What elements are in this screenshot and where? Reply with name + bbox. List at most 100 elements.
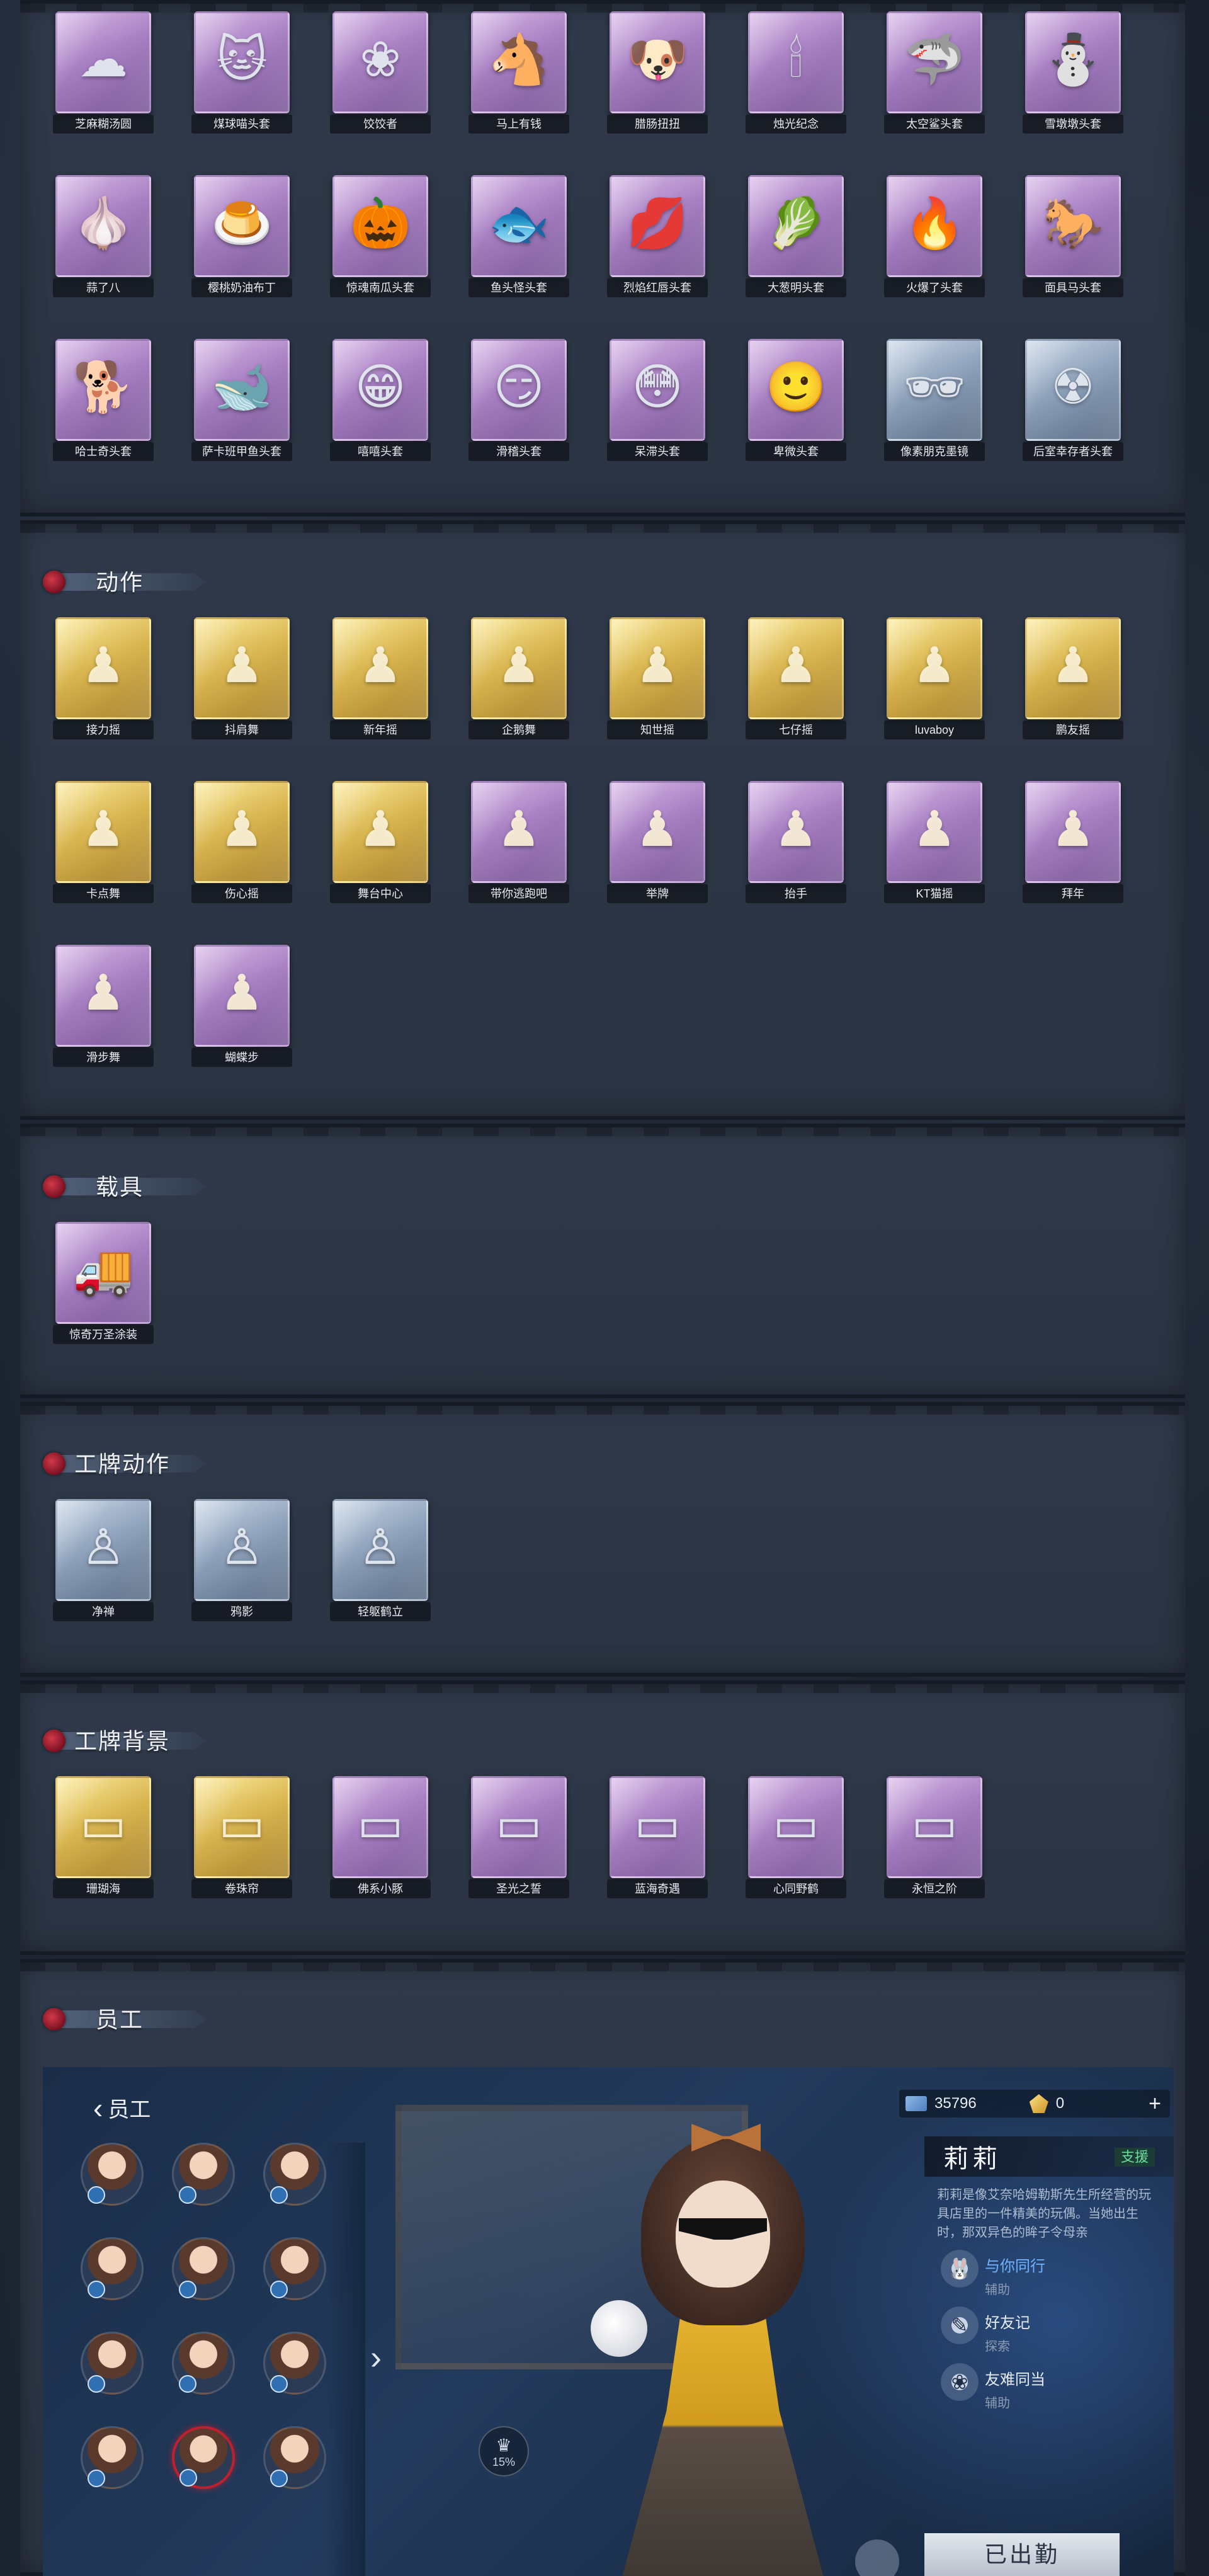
collection-item[interactable]: ♙净禅 <box>53 1499 154 1622</box>
employee-avatar[interactable] <box>172 2237 235 2300</box>
dispatch-button[interactable]: 已出勤 <box>924 2533 1120 2576</box>
collection-item[interactable]: 🐎面具马头套 <box>1023 175 1123 299</box>
item-label: 舞台中心 <box>330 884 431 903</box>
collection-item[interactable]: ♙轻躯鹤立 <box>330 1499 431 1622</box>
collection-item[interactable]: 😳呆滞头套 <box>607 339 708 462</box>
roster-fade <box>327 2143 365 2576</box>
back-button[interactable]: ‹ 员工 <box>93 2092 150 2123</box>
collection-item[interactable]: ♟举牌 <box>607 781 708 904</box>
collection-item[interactable]: ♟ 鹏友摇 <box>1023 617 1123 741</box>
employee-avatar[interactable] <box>81 2237 144 2300</box>
employee-avatar[interactable] <box>81 2426 144 2489</box>
collection-item[interactable]: ♟ 新年摇 <box>330 617 431 741</box>
skill-type: 探索 <box>985 2340 1010 2354</box>
employee-avatar-selected[interactable] <box>172 2426 235 2489</box>
item-card: 🐕 <box>55 339 151 441</box>
collection-item[interactable]: ♟ 七仔摇 <box>746 617 846 741</box>
employee-avatar[interactable] <box>172 2332 235 2395</box>
collection-item[interactable]: 🍮樱桃奶油布丁 <box>191 175 292 299</box>
item-label: 佛系小豚 <box>330 1879 431 1898</box>
employee-avatar[interactable] <box>81 2143 144 2206</box>
collection-item[interactable]: 🔥火爆了头套 <box>884 175 985 299</box>
collection-item[interactable]: 🧄蒜了八 <box>53 175 154 299</box>
item-card: 🐟 <box>471 175 567 277</box>
collection-item[interactable]: ☢后室幸存者头套 <box>1023 339 1123 462</box>
item-card: 🐴 <box>471 11 567 113</box>
collection-item[interactable]: ♟ 知世摇 <box>607 617 708 741</box>
collection-item[interactable]: 🐶 腊肠扭扭 <box>607 11 708 135</box>
collection-item[interactable]: ♟带你逃跑吧 <box>468 781 569 904</box>
collection-item[interactable]: 💋烈焰红唇头套 <box>607 175 708 299</box>
collection-item[interactable]: 🐱 煤球喵头套 <box>191 11 292 135</box>
role-tag: 支援 <box>1114 2148 1155 2167</box>
skill-item[interactable]: ✎ 好友记 探索 <box>924 2301 1174 2356</box>
collection-item[interactable]: ♟卡点舞 <box>53 781 154 904</box>
rank-icon: ♛ <box>496 2436 512 2455</box>
collection-item[interactable]: ♟KT猫摇 <box>884 781 985 904</box>
collection-item[interactable]: ▭圣光之誓 <box>468 1776 569 1900</box>
employee-avatar[interactable] <box>81 2332 144 2395</box>
employee-avatar[interactable] <box>263 2237 326 2300</box>
bunny-skill-icon: 🐰 <box>941 2250 979 2288</box>
collection-item[interactable]: 🐕哈士奇头套 <box>53 339 154 462</box>
collection-item[interactable]: ♟拜年 <box>1023 781 1123 904</box>
collection-item[interactable]: ❀ 饺饺者 <box>330 11 431 135</box>
collection-item[interactable]: ▭佛系小豚 <box>330 1776 431 1900</box>
collection-item[interactable]: 🎃惊魂南瓜头套 <box>330 175 431 299</box>
employee-avatar[interactable] <box>263 2143 326 2206</box>
collection-item[interactable]: ☁ 芝麻糊汤圆 <box>53 11 154 135</box>
collection-item[interactable]: 🕯 烛光纪念 <box>746 11 846 135</box>
item-card: ♟ <box>332 617 428 719</box>
level-badge: ♛ 15% <box>479 2426 529 2476</box>
collection-item[interactable]: ▭珊瑚海 <box>53 1776 154 1900</box>
add-currency-icon[interactable]: + <box>1149 2092 1161 2116</box>
collection-item[interactable]: ♟伤心摇 <box>191 781 292 904</box>
collection-item[interactable]: 🦈 太空鲨头套 <box>884 11 985 135</box>
item-label: KT猫摇 <box>884 884 985 903</box>
collection-item[interactable]: ♟舞台中心 <box>330 781 431 904</box>
collection-item[interactable]: 🥬大葱明头套 <box>746 175 846 299</box>
back-label: 员工 <box>108 2098 151 2122</box>
collection-item[interactable]: ♟蝴蝶步 <box>191 945 292 1068</box>
collection-item[interactable]: ▭永恒之阶 <box>884 1776 985 1900</box>
collection-item[interactable]: ▭心同野鹤 <box>746 1776 846 1900</box>
employee-avatar[interactable] <box>263 2332 326 2395</box>
collection-item[interactable]: ♟ 企鹅舞 <box>468 617 569 741</box>
section-title-text: 工牌背景 <box>74 1728 171 1754</box>
item-label: 樱桃奶油布丁 <box>191 278 292 297</box>
item-card: ♙ <box>55 1499 151 1601</box>
item-label: 抖肩舞 <box>191 721 292 739</box>
collection-item[interactable]: 🚚惊奇万圣涂装 <box>53 1222 154 1345</box>
collection-item[interactable]: ▭卷珠帘 <box>191 1776 292 1900</box>
collection-item[interactable]: 🐟鱼头怪头套 <box>468 175 569 299</box>
chevron-right-icon[interactable]: › <box>370 2338 382 2377</box>
collection-item[interactable]: ♟抬手 <box>746 781 846 904</box>
motions-section-title: 动作 <box>43 566 207 596</box>
collection-item[interactable]: 🐋萨卡班甲鱼头套 <box>191 339 292 462</box>
skill-item[interactable]: ❀ 友难同当 辅助 <box>924 2358 1174 2412</box>
item-label: 像素朋克墨镜 <box>884 442 985 461</box>
collection-item[interactable]: 😏滑稽头套 <box>468 339 569 462</box>
section-title-text: 工牌动作 <box>74 1451 171 1477</box>
collection-item[interactable]: ⛄ 雪墩墩头套 <box>1023 11 1123 135</box>
collection-item[interactable]: ♙鸦影 <box>191 1499 292 1622</box>
employee-avatar[interactable] <box>172 2143 235 2206</box>
collection-item[interactable]: 🕶像素朋克墨镜 <box>884 339 985 462</box>
collection-item[interactable]: 😁嘻嘻头套 <box>330 339 431 462</box>
item-label: 嘻嘻头套 <box>330 442 431 461</box>
collection-item[interactable]: ♟滑步舞 <box>53 945 154 1068</box>
collection-item[interactable]: ▭蓝海奇遇 <box>607 1776 708 1900</box>
skill-item[interactable]: 🐰 与你同行 辅助 <box>924 2245 1174 2299</box>
collection-item[interactable]: 🙂卑微头套 <box>746 339 846 462</box>
item-label: 饺饺者 <box>330 115 431 134</box>
item-label: 面具马头套 <box>1023 278 1123 297</box>
item-label: 卡点舞 <box>53 884 154 903</box>
role-badge-icon <box>270 2470 288 2487</box>
collection-item[interactable]: ♟ 接力摇 <box>53 617 154 741</box>
collection-item[interactable]: ♟ luvaboy <box>884 617 985 741</box>
collection-item[interactable]: 🐴 马上有钱 <box>468 11 569 135</box>
employee-avatar[interactable] <box>263 2426 326 2489</box>
collection-item[interactable]: ♟ 抖肩舞 <box>191 617 292 741</box>
item-label: 蒜了八 <box>53 278 154 297</box>
item-card: ♟ <box>748 617 844 719</box>
